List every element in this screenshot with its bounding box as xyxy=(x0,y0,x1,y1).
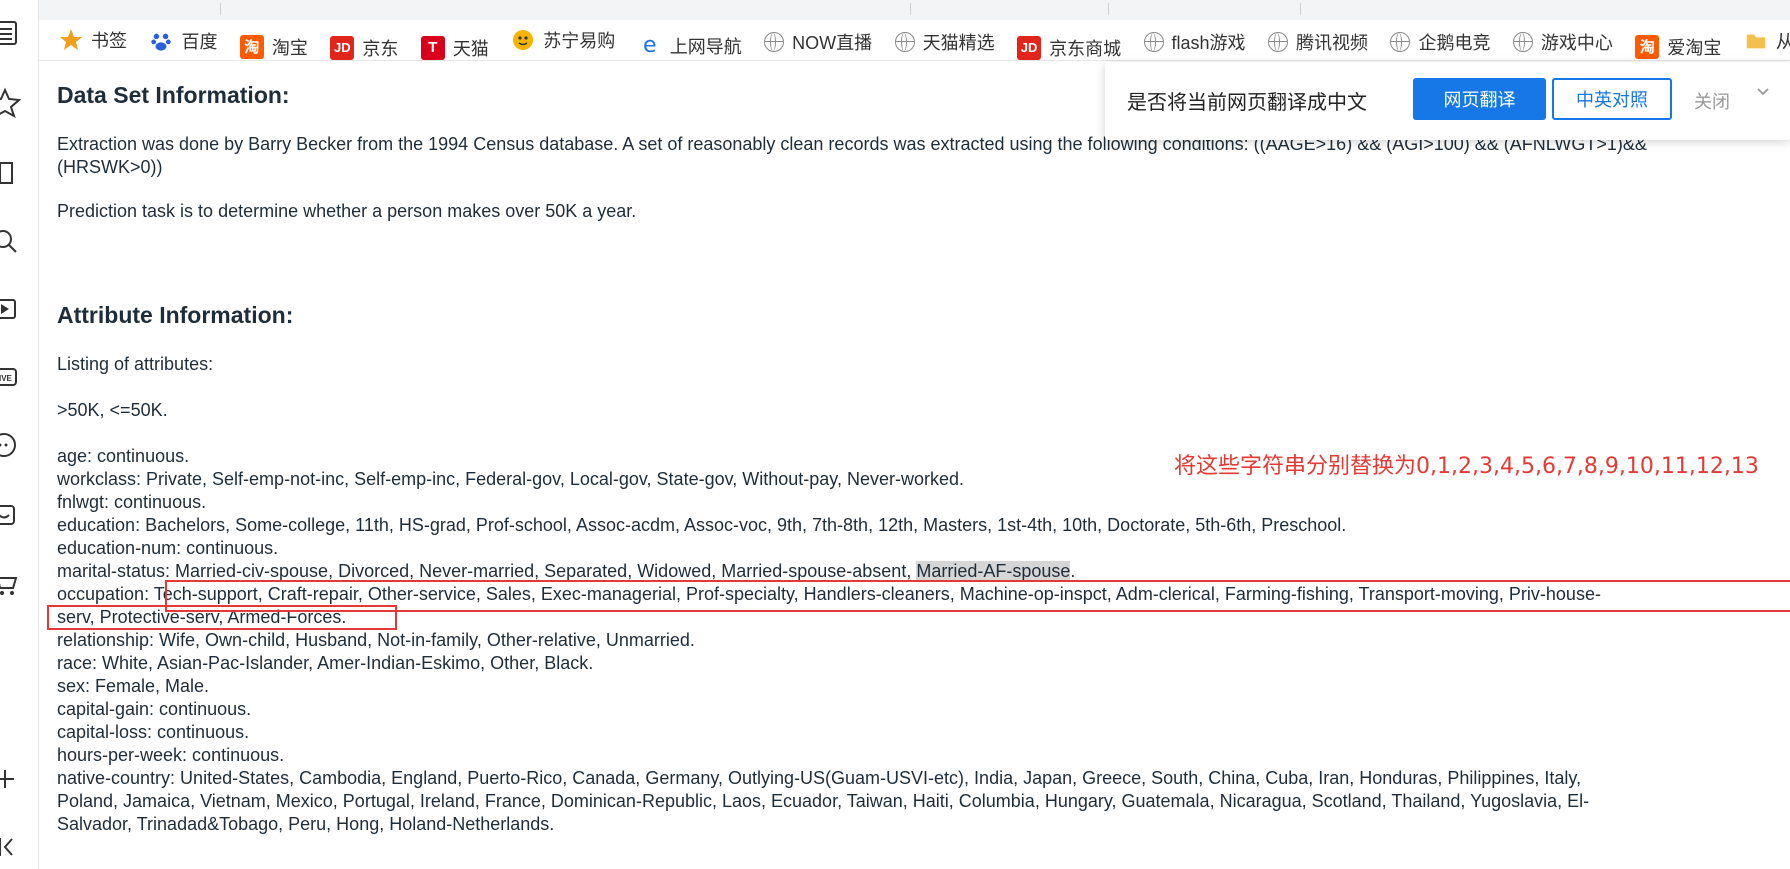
globe-icon xyxy=(1143,32,1164,52)
translate-question: 是否将当前网页翻译成中文 xyxy=(1127,90,1367,114)
globe-icon xyxy=(894,32,915,52)
cart-icon[interactable] xyxy=(0,566,22,600)
bookmark-item[interactable]: 苏宁易购 xyxy=(511,20,615,60)
jd-icon: JD xyxy=(1017,35,1042,60)
section-heading: Data Set Information: xyxy=(57,82,290,108)
attr-education-num: education-num: continuous. xyxy=(57,538,279,558)
annotation-box-line1 xyxy=(165,580,1790,612)
classes-text: >50K, <=50K. xyxy=(57,400,168,420)
prediction-text: Prediction task is to determine whether … xyxy=(57,201,637,221)
attr-native-country-cont2: Salvador, Trinadad&Tobago, Peru, Hong, H… xyxy=(57,814,555,834)
globe-icon xyxy=(1512,32,1533,52)
svg-text:IVE: IVE xyxy=(0,374,13,383)
tmall-icon: T xyxy=(420,35,445,60)
bookmark-item[interactable]: JD 京东商城 xyxy=(1017,28,1121,61)
translate-prompt: 是否将当前网页翻译成中文 网页翻译 中英对照 关闭 xyxy=(1105,62,1790,140)
suning-icon xyxy=(511,28,535,52)
bookmark-item[interactable]: NOW直播 xyxy=(764,22,872,60)
attr-native-country: native-country: United-States, Cambodia,… xyxy=(57,768,1582,788)
bookmark-item[interactable]: 淘爱淘宝 xyxy=(1635,27,1721,61)
ie-icon: e xyxy=(642,33,657,58)
bookmark-item[interactable]: 百度 xyxy=(149,21,217,60)
annotation-note: 将这些字符串分别替换为0,1,2,3,4,5,6,7,8,9,10,11,12,… xyxy=(1174,454,1759,479)
attr-age: age: continuous. xyxy=(57,446,190,466)
top-strip xyxy=(0,0,1790,21)
attr-workclass: workclass: Private, Self-emp-not-inc, Se… xyxy=(57,469,964,489)
live-icon[interactable]: IVE xyxy=(0,360,22,394)
add-icon[interactable] xyxy=(0,762,22,796)
bookmarks-bar: 书签 百度 淘淘宝 JD 京东 T 天猫 苏宁易购 e 上网导航 NOW直播 天猫精选… xyxy=(39,20,1790,61)
globe-icon xyxy=(764,32,785,52)
attr-education: education: Bachelors, Some-college, 11th… xyxy=(57,515,1347,535)
translate-button[interactable]: 网页翻译 xyxy=(1413,78,1546,120)
bag-icon[interactable] xyxy=(0,496,22,530)
bookmark-item[interactable]: flash游戏 xyxy=(1143,22,1246,60)
bookmark-item[interactable]: T 天猫 xyxy=(420,28,489,61)
bookmark-item[interactable]: 游戏中心 xyxy=(1512,22,1613,60)
chevron-down-icon[interactable] xyxy=(1755,84,1771,100)
baidu-icon xyxy=(149,29,173,53)
globe-icon xyxy=(1390,32,1411,52)
selected-text: Married-AF-spouse xyxy=(916,561,1071,581)
bookmark-item[interactable]: e 上网导航 xyxy=(638,26,742,61)
jd-icon: JD xyxy=(330,35,355,60)
chat-icon[interactable] xyxy=(0,428,22,462)
attr-hours-per-week: hours-per-week: continuous. xyxy=(57,745,285,765)
bookmark-item[interactable]: JD 京东 xyxy=(330,28,398,61)
bookmark-folder[interactable]: 从 xyxy=(1744,21,1790,60)
book-icon[interactable] xyxy=(0,155,22,189)
video-icon[interactable] xyxy=(0,292,22,326)
attr-relationship: relationship: Wife, Own-child, Husband, … xyxy=(57,630,695,650)
list-icon[interactable] xyxy=(0,16,22,50)
attr-capital-loss: capital-loss: continuous. xyxy=(57,722,250,742)
section-heading: Attribute Information: xyxy=(57,302,294,328)
star-icon[interactable] xyxy=(0,86,22,120)
search-icon[interactable] xyxy=(0,224,22,258)
bookmark-item[interactable]: 书签 xyxy=(59,20,127,60)
close-button[interactable]: 关闭 xyxy=(1694,88,1730,114)
bookmark-item[interactable]: 腾讯视频 xyxy=(1268,22,1368,60)
bookmark-item[interactable]: 天猫精选 xyxy=(894,22,995,60)
folder-icon xyxy=(1744,29,1768,53)
annotation-box-line2 xyxy=(47,605,397,630)
taobao-icon: 淘 xyxy=(239,34,264,59)
bookmark-item[interactable]: 企鹅电竞 xyxy=(1390,22,1490,60)
attr-sex: sex: Female, Male. xyxy=(57,676,210,696)
listing-text: Listing of attributes: xyxy=(57,354,214,374)
attr-race: race: White, Asian-Pac-Islander, Amer-In… xyxy=(57,653,594,673)
bookmark-item[interactable]: 淘淘宝 xyxy=(239,27,308,61)
bilingual-button[interactable]: 中英对照 xyxy=(1552,78,1672,120)
attr-fnlwgt: fnlwgt: continuous. xyxy=(57,492,207,512)
left-sidebar: IVE xyxy=(0,0,39,869)
globe-icon xyxy=(1268,32,1289,52)
taobao-icon: 淘 xyxy=(1635,34,1660,59)
collapse-icon[interactable] xyxy=(0,830,22,864)
star-icon xyxy=(59,28,83,52)
attr-capital-gain: capital-gain: continuous. xyxy=(57,699,252,719)
attr-native-country-cont: Poland, Jamaica, Vietnam, Mexico, Portug… xyxy=(57,791,1590,811)
